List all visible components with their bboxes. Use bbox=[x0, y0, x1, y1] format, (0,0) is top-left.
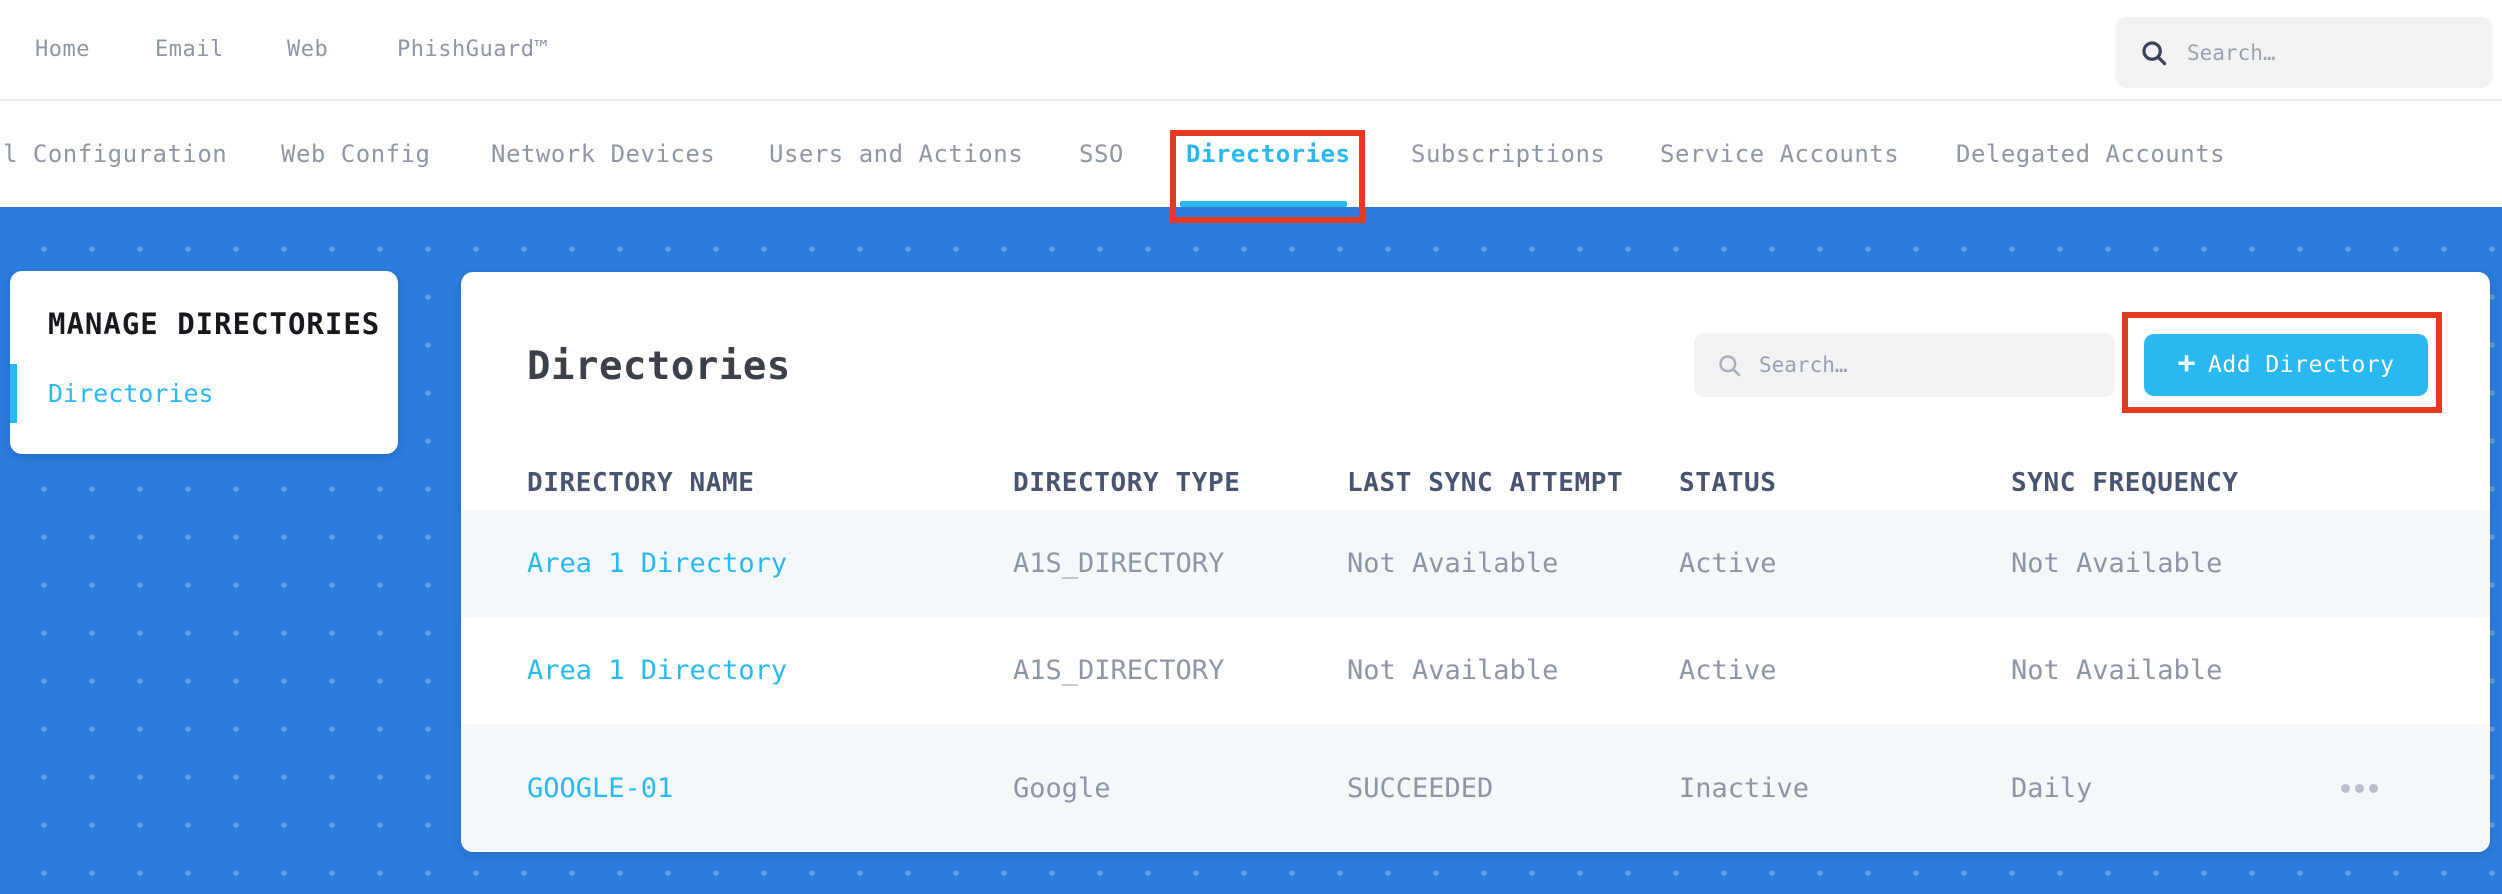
tab-subscriptions[interactable]: Subscriptions bbox=[1411, 101, 1605, 207]
nav-item-web[interactable]: Web bbox=[287, 0, 328, 99]
manage-directories-card: MANAGE DIRECTORIES Directories bbox=[10, 271, 398, 454]
table-row: Area 1 Directory A1S_DIRECTORY Not Avail… bbox=[461, 617, 2490, 724]
page-title: Directories bbox=[527, 344, 791, 389]
tab-delegated-accounts[interactable]: Delegated Accounts bbox=[1956, 101, 2225, 207]
directory-name-link[interactable]: Area 1 Directory bbox=[527, 617, 787, 724]
directories-panel: Directories + Add Directory DIRECTORY NA… bbox=[461, 272, 2490, 852]
search-icon bbox=[2142, 40, 2167, 65]
directory-type-cell: Google bbox=[1013, 772, 1111, 804]
sync-frequency-cell: Not Available bbox=[2011, 655, 2223, 686]
column-header-directory-type: DIRECTORY TYPE bbox=[1013, 467, 1241, 498]
primary-nav: Home Email Web PhishGuard™ bbox=[0, 0, 2502, 101]
last-sync-cell: Not Available bbox=[1347, 655, 1559, 686]
page: Home Email Web PhishGuard™ l Configurati… bbox=[0, 0, 2502, 894]
tab-network-devices[interactable]: Network Devices bbox=[491, 101, 715, 207]
directory-name-link[interactable]: Area 1 Directory bbox=[527, 510, 787, 617]
status-cell: Inactive bbox=[1679, 772, 1810, 804]
row-menu-icon[interactable] bbox=[2341, 724, 2378, 852]
directories-search-input[interactable] bbox=[1759, 353, 2097, 377]
plus-icon: + bbox=[2177, 346, 2197, 381]
last-sync-cell: Not Available bbox=[1347, 548, 1559, 579]
directory-type-cell: A1S_DIRECTORY bbox=[1013, 548, 1225, 579]
table-row: Area 1 Directory A1S_DIRECTORY Not Avail… bbox=[461, 510, 2490, 617]
table-row: GOOGLE-01 Google SUCCEEDED Inactive Dail… bbox=[461, 724, 2490, 852]
last-sync-cell: SUCCEEDED bbox=[1347, 772, 1494, 804]
nav-item-phishguard[interactable]: PhishGuard™ bbox=[397, 0, 548, 99]
global-search[interactable] bbox=[2115, 17, 2493, 88]
add-directory-button[interactable]: + Add Directory bbox=[2144, 334, 2428, 396]
search-icon bbox=[1719, 354, 1741, 376]
tab-sso[interactable]: SSO bbox=[1079, 101, 1124, 207]
nav-item-home[interactable]: Home bbox=[35, 0, 90, 99]
active-tab-underline bbox=[1180, 201, 1347, 207]
settings-tab-bar: l Configuration Web Config Network Devic… bbox=[0, 101, 2502, 207]
sync-frequency-cell: Not Available bbox=[2011, 548, 2223, 579]
tab-directories[interactable]: Directories bbox=[1186, 101, 1350, 207]
directory-type-cell: A1S_DIRECTORY bbox=[1013, 655, 1225, 686]
tab-service-accounts[interactable]: Service Accounts bbox=[1660, 101, 1899, 207]
global-search-input[interactable] bbox=[2187, 40, 2473, 65]
directory-name-link[interactable]: GOOGLE-01 bbox=[527, 724, 673, 852]
column-header-directory-name: DIRECTORY NAME bbox=[527, 467, 755, 498]
sidebar-active-indicator bbox=[10, 364, 17, 423]
tab-web-config[interactable]: Web Config bbox=[281, 101, 431, 207]
column-header-last-sync: LAST SYNC ATTEMPT bbox=[1347, 467, 1624, 498]
sidebar-card-title: MANAGE DIRECTORIES bbox=[48, 307, 381, 341]
sidebar-item-directories[interactable]: Directories bbox=[48, 364, 214, 423]
tab-email-configuration[interactable]: l Configuration bbox=[3, 101, 227, 207]
directories-search[interactable] bbox=[1694, 333, 2115, 397]
tab-users-and-actions[interactable]: Users and Actions bbox=[769, 101, 1023, 207]
status-cell: Active bbox=[1679, 655, 1777, 686]
add-directory-button-label: Add Directory bbox=[2208, 352, 2395, 378]
status-cell: Active bbox=[1679, 548, 1777, 579]
nav-item-email[interactable]: Email bbox=[155, 0, 224, 99]
column-header-status: STATUS bbox=[1679, 467, 1777, 498]
sync-frequency-cell: Daily bbox=[2011, 772, 2093, 804]
column-header-sync-frequency: SYNC FREQUENCY bbox=[2011, 467, 2239, 498]
